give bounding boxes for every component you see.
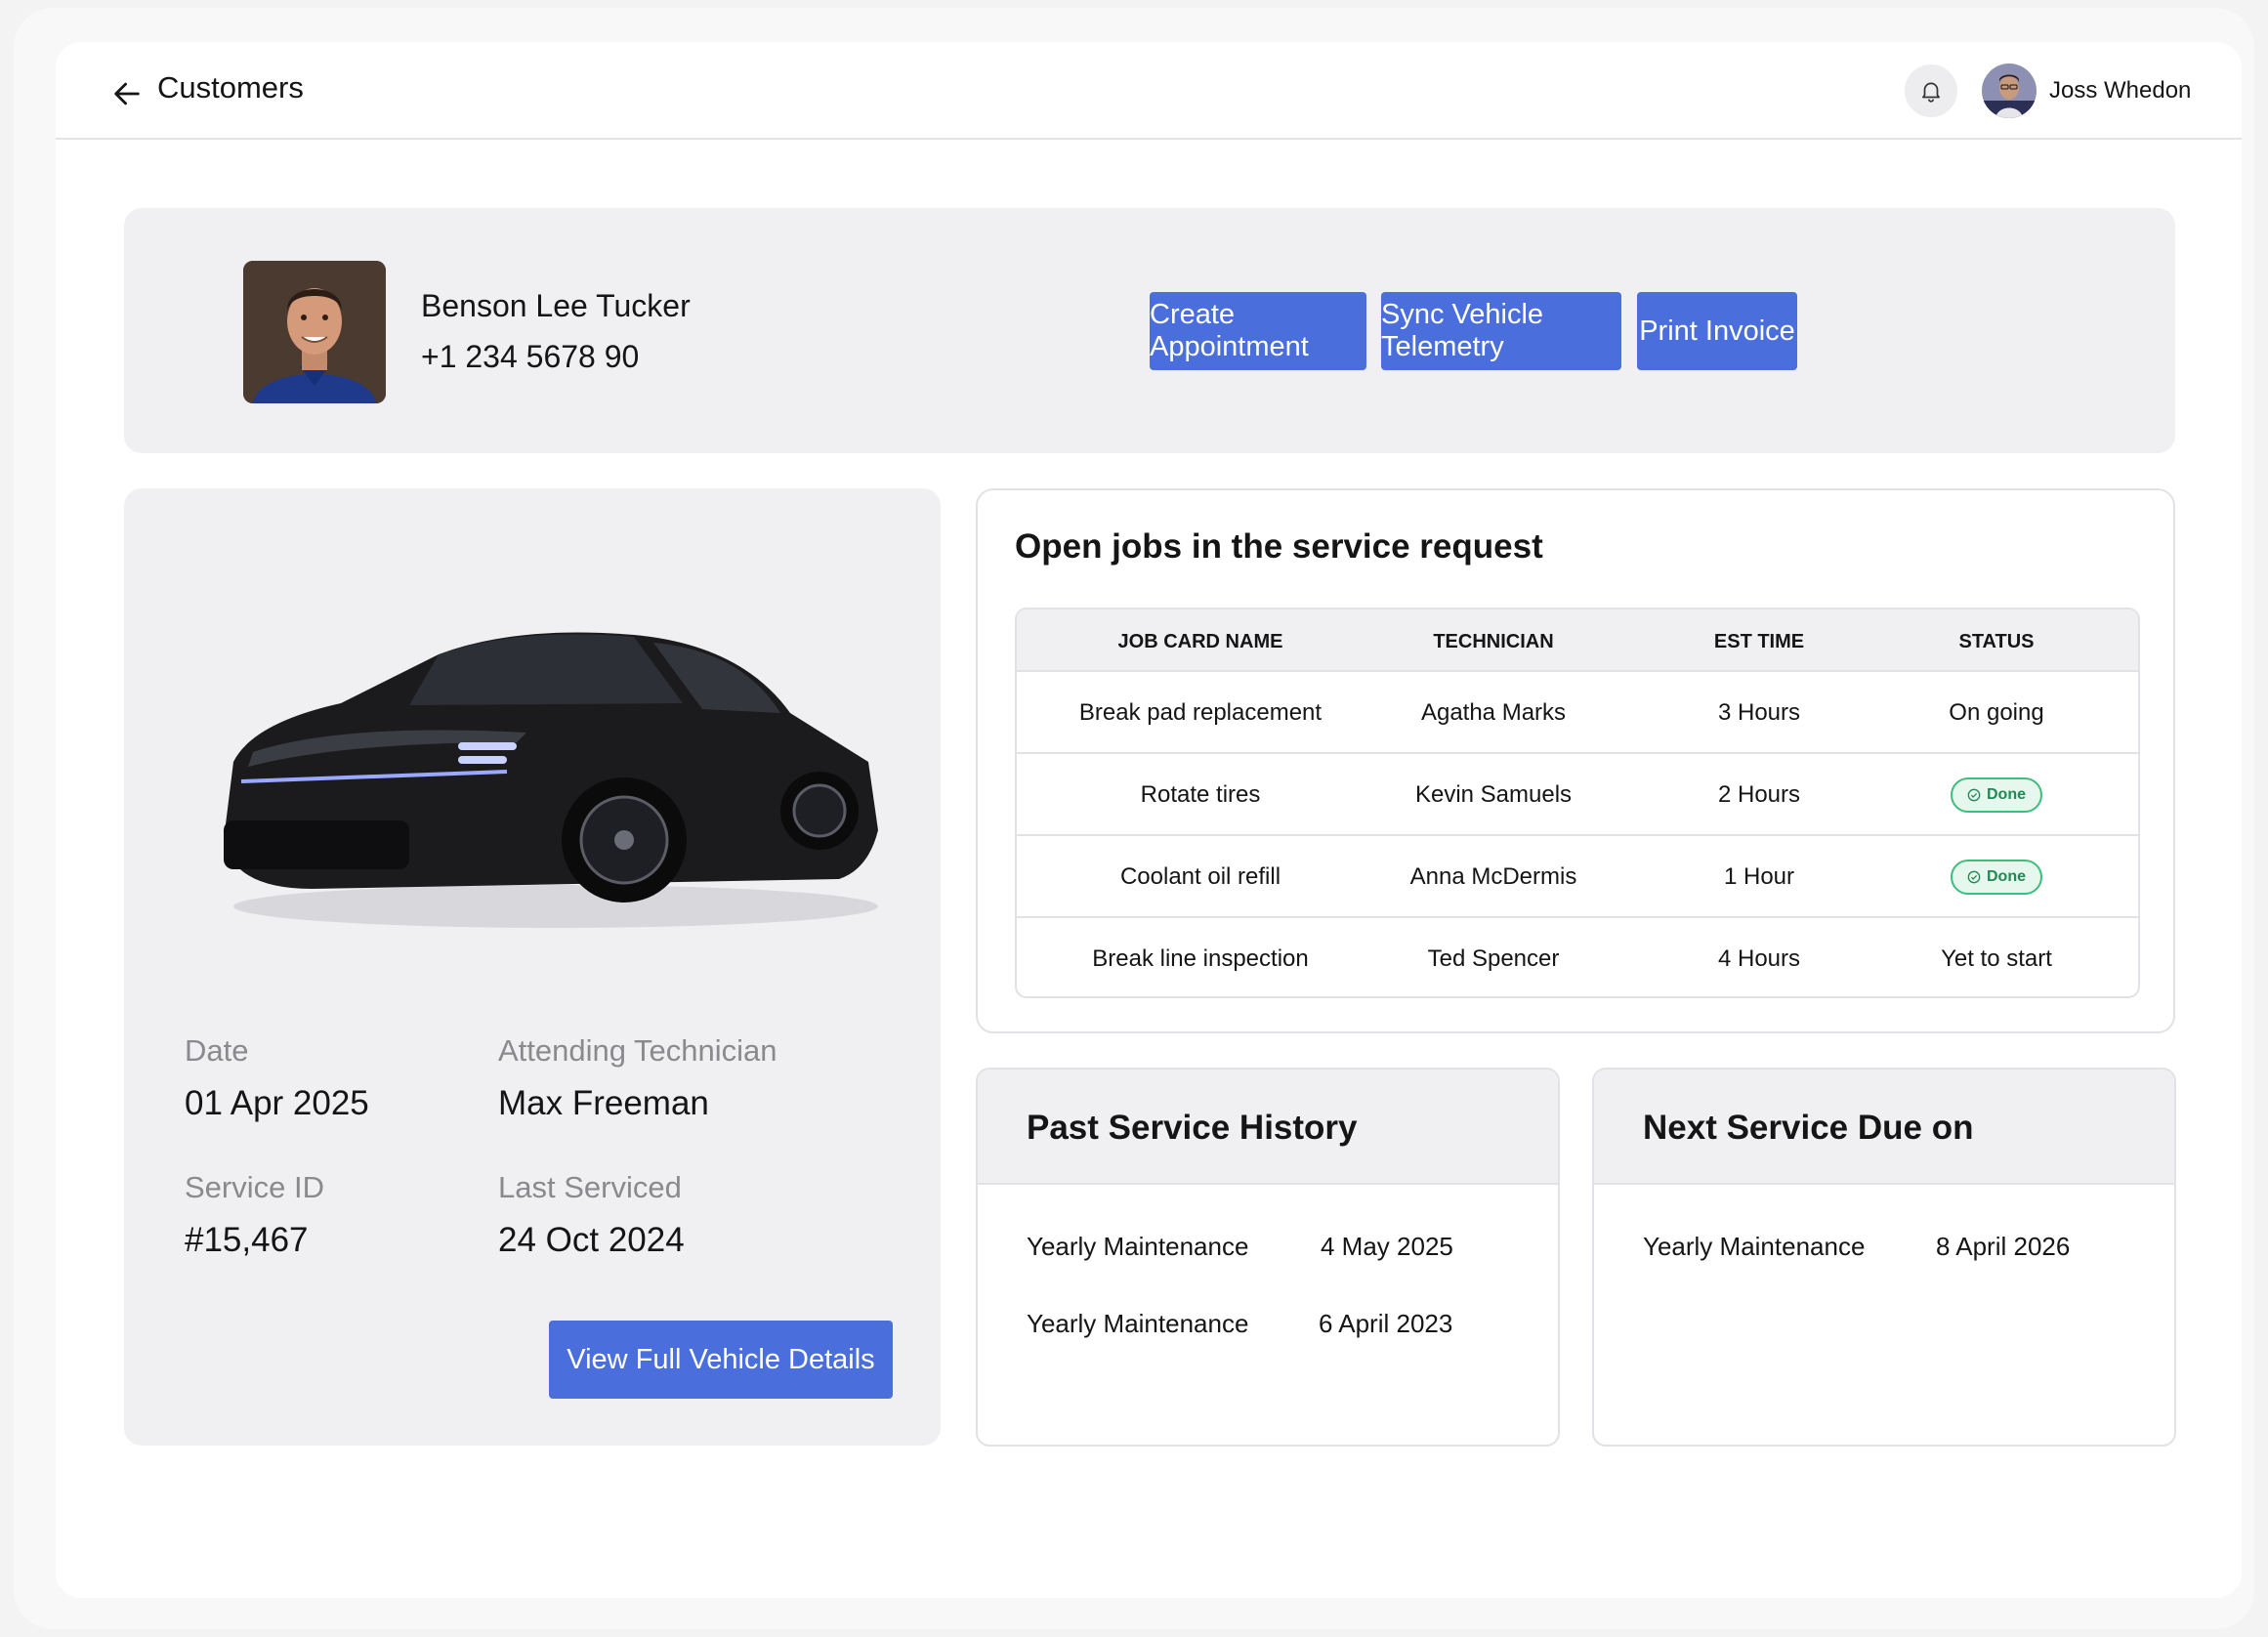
next-service-header: Next Service Due on — [1594, 1070, 2174, 1185]
jobs-table: JOB CARD NAME TECHNICIAN EST TIME STATUS… — [1015, 608, 2140, 998]
vehicle-image — [224, 632, 878, 928]
past-service-history-card: Past Service History Yearly Maintenance … — [976, 1068, 1560, 1447]
view-vehicle-details-button[interactable]: View Full Vehicle Details — [549, 1321, 893, 1399]
job-status: On going — [1949, 699, 2044, 726]
job-technician: Anna McDermis — [1409, 863, 1577, 890]
date-value: 01 Apr 2025 — [185, 1084, 369, 1122]
jobs-table-header: JOB CARD NAME TECHNICIAN EST TIME STATUS — [1017, 609, 2138, 672]
col-est-time: EST TIME — [1713, 631, 1805, 652]
col-job-card-name: JOB CARD NAME — [1117, 631, 1283, 652]
arrow-left-icon[interactable] — [110, 77, 144, 110]
technician-value: Max Freeman — [498, 1084, 709, 1122]
service-type: Yearly Maintenance — [1027, 1309, 1249, 1338]
check-circle-icon — [1967, 788, 1981, 802]
service-date: 4 May 2025 — [1321, 1232, 1453, 1261]
user-avatar[interactable] — [1982, 63, 2037, 118]
next-service-title: Next Service Due on — [1643, 1109, 1974, 1147]
last-serviced-value: 24 Oct 2024 — [498, 1221, 685, 1259]
service-id-value: #15,467 — [185, 1221, 309, 1259]
past-service-history-title: Past Service History — [1027, 1109, 1358, 1147]
check-circle-icon — [1967, 870, 1981, 884]
past-service-history-header: Past Service History — [978, 1070, 1558, 1185]
open-jobs-card: Open jobs in the service request JOB CAR… — [976, 488, 2175, 1033]
job-technician: Kevin Samuels — [1414, 781, 1573, 808]
service-type: Yearly Maintenance — [1027, 1232, 1249, 1261]
status-badge-done: Done — [1951, 860, 2042, 895]
next-service-card: Next Service Due on Yearly Maintenance 8… — [1592, 1068, 2176, 1447]
user-name[interactable]: Joss Whedon — [2049, 77, 2191, 105]
customer-photo — [243, 261, 386, 403]
status-badge-label: Done — [1987, 868, 2026, 885]
job-technician: Agatha Marks — [1420, 699, 1567, 726]
table-row[interactable]: Coolant oil refill Anna McDermis 1 Hour … — [1017, 836, 2138, 918]
bell-icon — [1922, 82, 1940, 103]
table-row[interactable]: Rotate tires Kevin Samuels 2 Hours Done — [1017, 754, 2138, 836]
job-status: Yet to start — [1941, 945, 2052, 972]
app-frame: Customers Joss Whedon Benson Lee Tucker … — [14, 8, 2254, 1629]
vehicle-card: Date 01 Apr 2025 Attending Technician Ma… — [124, 488, 941, 1446]
table-row[interactable]: Break pad replacement Agatha Marks 3 Hou… — [1017, 672, 2138, 754]
col-technician: TECHNICIAN — [1433, 631, 1554, 652]
job-technician: Ted Spencer — [1427, 945, 1560, 972]
open-jobs-title: Open jobs in the service request — [1015, 527, 1543, 566]
status-badge-label: Done — [1987, 786, 2026, 803]
job-time: 2 Hours — [1717, 781, 1801, 808]
customer-card: Benson Lee Tucker +1 234 5678 90 Create … — [124, 208, 2175, 453]
app-window: Customers Joss Whedon Benson Lee Tucker … — [56, 42, 2242, 1598]
service-date: 6 April 2023 — [1319, 1309, 1453, 1338]
notifications-button[interactable] — [1905, 64, 1957, 117]
technician-label: Attending Technician — [498, 1033, 777, 1068]
job-time: 1 Hour — [1723, 863, 1795, 890]
list-item: Yearly Maintenance 6 April 2023 — [978, 1309, 1558, 1348]
col-status: STATUS — [1958, 631, 2035, 652]
job-time: 3 Hours — [1717, 699, 1801, 726]
table-row[interactable]: Break line inspection Ted Spencer 4 Hour… — [1017, 918, 2138, 996]
job-name: Break line inspection — [1092, 945, 1309, 972]
top-bar: Customers Joss Whedon — [56, 42, 2242, 140]
service-date: 8 April 2026 — [1936, 1232, 2071, 1261]
print-invoice-button[interactable]: Print Invoice — [1637, 292, 1797, 370]
job-name: Coolant oil refill — [1119, 863, 1281, 890]
job-name: Break pad replacement — [1078, 699, 1323, 726]
customer-phone: +1 234 5678 90 — [421, 339, 640, 374]
job-name: Rotate tires — [1140, 781, 1261, 808]
list-item: Yearly Maintenance 4 May 2025 — [978, 1232, 1558, 1271]
last-serviced-label: Last Serviced — [498, 1170, 682, 1204]
service-type: Yearly Maintenance — [1643, 1232, 1866, 1261]
job-time: 4 Hours — [1717, 945, 1801, 972]
list-item: Yearly Maintenance 8 April 2026 — [1594, 1232, 2174, 1271]
create-appointment-button[interactable]: Create Appointment — [1150, 292, 1366, 370]
date-label: Date — [185, 1033, 249, 1068]
customer-name: Benson Lee Tucker — [421, 288, 691, 323]
breadcrumb-customers[interactable]: Customers — [157, 70, 304, 105]
status-badge-done: Done — [1951, 777, 2042, 813]
sync-telemetry-button[interactable]: Sync Vehicle Telemetry — [1381, 292, 1621, 370]
service-id-label: Service ID — [185, 1170, 324, 1204]
